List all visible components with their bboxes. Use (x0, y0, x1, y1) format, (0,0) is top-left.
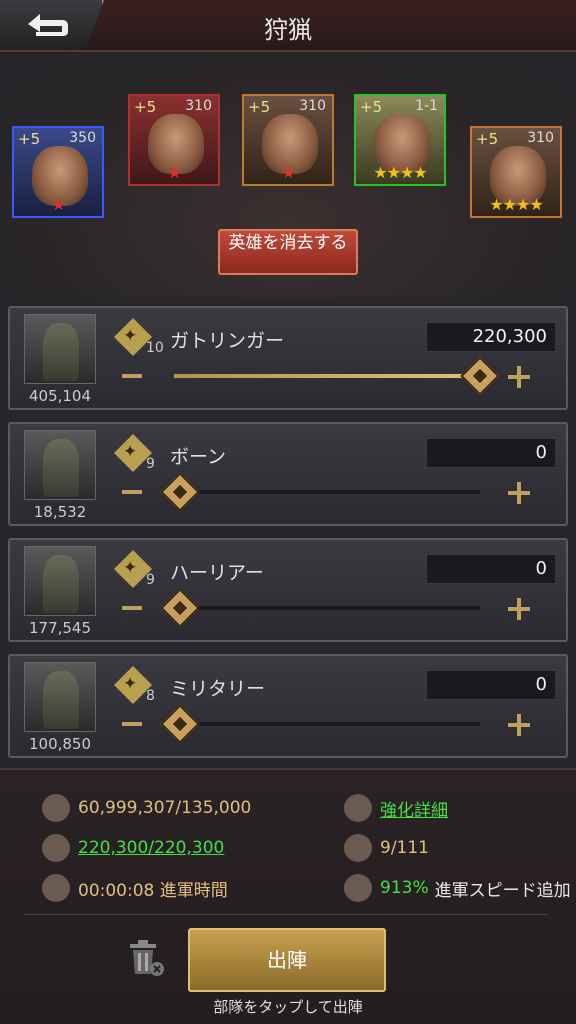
slider-knob[interactable] (460, 356, 500, 396)
hero-card-1[interactable]: +5 350 ★ (12, 126, 104, 218)
troop-count: 100,850 (28, 735, 92, 753)
upgrade-details-link[interactable]: 強化詳細 (380, 796, 448, 821)
troop-count: 18,532 (33, 503, 87, 521)
trash-icon[interactable] (124, 936, 166, 978)
hero-stars: ★ (167, 163, 181, 182)
troop-slider[interactable] (160, 472, 480, 512)
plus-button[interactable] (508, 714, 530, 736)
troop-count: 177,545 (28, 619, 92, 637)
slider-knob[interactable] (160, 472, 200, 512)
boot-icon (344, 874, 372, 902)
load-icon (42, 794, 70, 822)
troop-level: 8 (146, 688, 155, 704)
dismiss-heroes-button[interactable]: 英雄を消去する (218, 229, 358, 275)
deploy-hint: 部隊をタップして出陣 (213, 998, 363, 1016)
troop-quantity-input[interactable]: 0 (426, 438, 556, 468)
plus-button[interactable] (508, 482, 530, 504)
hero-card-5[interactable]: +5 310 ★★★★ (470, 126, 562, 218)
troop-portrait (24, 546, 96, 616)
minus-button[interactable] (122, 606, 142, 610)
hero-stars: ★★★★ (489, 195, 543, 214)
minus-button[interactable] (122, 374, 142, 378)
deploy-button[interactable]: 出陣 (188, 928, 386, 992)
troop-row-bone: 18,532 ✦ 9 ボーン 0 (8, 422, 568, 526)
hero-level: +5 (248, 98, 271, 116)
speed-bonus-stat: 913% 進軍スピード追加 (344, 874, 571, 902)
speed-bonus-value: 913% (380, 878, 429, 898)
hero-card-4[interactable]: +5 1-1 ★★★★ (354, 94, 446, 186)
minus-button[interactable] (122, 490, 142, 494)
hero-number: 350 (69, 130, 96, 146)
boot-clock-icon (42, 874, 70, 902)
potion-value: 9/111 (380, 838, 429, 858)
troop-quantity-input[interactable]: 0 (426, 670, 556, 700)
hero-level: +5 (360, 98, 383, 116)
troop-name: ガトリンガー (170, 330, 285, 352)
troop-count: 405,104 (28, 387, 92, 405)
hero-level: +5 (476, 130, 499, 148)
hero-number: 1-1 (415, 98, 438, 114)
troops-value[interactable]: 220,300/220,300 (78, 838, 224, 858)
hero-card-3[interactable]: +5 310 ★ (242, 94, 334, 186)
troop-slider[interactable] (174, 356, 500, 396)
slider-knob[interactable] (160, 588, 200, 628)
potion-stat: 9/111 (344, 834, 429, 862)
hero-number: 310 (185, 98, 212, 114)
load-value: 60,999,307/135,000 (78, 798, 252, 818)
header-bar: 狩猟 (0, 0, 576, 52)
troop-quantity-input[interactable]: 0 (426, 554, 556, 584)
troop-name: ボーン (170, 446, 227, 468)
troop-portrait (24, 662, 96, 732)
hero-card-2[interactable]: +5 310 ★ (128, 94, 220, 186)
troop-row-harrier: 177,545 ✦ 9 ハーリアー 0 (8, 538, 568, 642)
slider-knob[interactable] (160, 704, 200, 744)
plus-button[interactable] (508, 598, 530, 620)
march-time-value: 00:00:08 進軍時間 (78, 880, 228, 901)
divider (24, 914, 548, 915)
plus-button[interactable] (508, 366, 530, 388)
hero-number: 310 (527, 130, 554, 146)
troops-stat: 220,300/220,300 (42, 834, 224, 862)
hero-stars: ★ (281, 163, 295, 182)
soldier-icon (42, 834, 70, 862)
hero-level: +5 (134, 98, 157, 116)
troop-level: 10 (146, 340, 164, 356)
potion-icon (344, 834, 372, 862)
troop-quantity-input[interactable]: 220,300 (426, 322, 556, 352)
slider-fill (174, 374, 480, 378)
troop-portrait (24, 430, 96, 500)
chart-icon (344, 794, 372, 822)
speed-bonus-label: 進軍スピード追加 (434, 880, 571, 901)
march-time-stat: 00:00:08 進軍時間 (42, 874, 228, 902)
troop-name: ハーリアー (170, 562, 264, 584)
page-title: 狩猟 (264, 16, 312, 44)
minus-button[interactable] (122, 722, 142, 726)
troop-row-military: 100,850 ✦ 8 ミリタリー 0 (8, 654, 568, 758)
troop-level: 9 (146, 456, 155, 472)
hero-number: 310 (299, 98, 326, 114)
troop-portrait (24, 314, 96, 384)
hero-stars: ★★★★ (373, 163, 427, 182)
troop-slider[interactable] (160, 704, 480, 744)
hero-stars: ★ (51, 195, 65, 214)
bottom-panel: 60,999,307/135,000 強化詳細 220,300/220,300 … (0, 768, 576, 1024)
troop-slider[interactable] (160, 588, 480, 628)
troop-level: 9 (146, 572, 155, 588)
hero-level: +5 (18, 130, 41, 148)
load-stat: 60,999,307/135,000 (42, 794, 251, 822)
upgrade-details-stat[interactable]: 強化詳細 (344, 794, 448, 822)
troop-name: ミリタリー (170, 678, 266, 700)
troop-row-gatlinger: 405,104 ✦ 10 ガトリンガー 220,300 (8, 306, 568, 410)
